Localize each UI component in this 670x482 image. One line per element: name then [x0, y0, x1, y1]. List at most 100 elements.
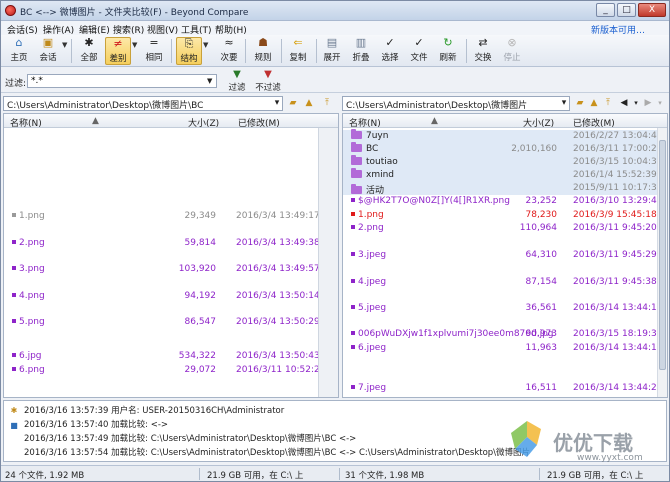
file-name-text: BC	[366, 144, 379, 154]
left-scrollbar[interactable]	[318, 128, 338, 397]
maximize-button[interactable]: □	[617, 3, 636, 17]
up-folder-icon[interactable]: ⤒	[321, 97, 333, 109]
expand-button[interactable]: ▤ 展开	[319, 37, 345, 65]
copy-button[interactable]: ⇐ 复制	[285, 37, 311, 65]
right-path-input[interactable]: C:\Users\Administrator\Desktop\微博图片	[342, 96, 570, 111]
file-row[interactable]: 3.png 103,920 2016/3/4 13:49:57	[4, 263, 328, 276]
file-row[interactable]: 5.jpeg 36,561 2016/3/14 13:44:11	[343, 302, 662, 315]
file-row[interactable]: 7.jpeg 16,511 2016/3/14 13:44:22	[343, 382, 662, 395]
home-icon: ⌂	[15, 36, 23, 49]
log-settings-icon[interactable]: ✱	[9, 406, 19, 416]
minimize-button[interactable]: _	[596, 3, 615, 17]
home-button[interactable]: ⌂ 主页	[6, 37, 32, 65]
structure-button[interactable]: ⎘ 结构	[176, 37, 202, 65]
file-row[interactable]: 1.png 78,230 2016/3/9 15:45:18	[343, 209, 657, 222]
folder-row[interactable]: 活动 2015/9/11 10:17:36	[343, 182, 662, 196]
up-folder-icon[interactable]: ⤒	[602, 97, 614, 109]
file-size: 103,920	[178, 264, 216, 274]
minor-button[interactable]: ≈ 次要	[216, 37, 242, 65]
browse-folder-icon[interactable]: ▰	[574, 97, 586, 109]
file-name: 3.jpeg	[351, 250, 386, 260]
file-size: 86,547	[184, 317, 217, 327]
session-button[interactable]: ▣ 会话	[35, 37, 61, 65]
name-column-header[interactable]: 名称(N)	[10, 116, 42, 129]
browse-folder-icon[interactable]: ▰	[287, 97, 299, 109]
chevron-down-icon[interactable]: ▾	[271, 97, 283, 109]
file-modified-date: 2016/3/11 9:45:38	[573, 277, 657, 287]
filter-button[interactable]: ▼ 过滤	[225, 69, 249, 93]
show-same-button[interactable]: = 相同	[141, 37, 167, 65]
diff-dropdown-icon[interactable]: ▼	[132, 41, 137, 49]
file-status-icon	[351, 212, 355, 216]
file-row[interactable]: 6.jpg 534,322 2016/3/4 13:50:43	[4, 350, 328, 363]
expand-icon: ▤	[326, 36, 338, 49]
size-column-header[interactable]: 大小(Z)	[523, 116, 554, 129]
main-toolbar: ⌂ 主页 ▣ 会话 ▼ ✱ 全部 ≠ 差别 ▼ = 相同 ⎘ 结构 ▼ ≈ 次要	[1, 35, 669, 67]
files-button[interactable]: ✓ 文件	[406, 37, 432, 65]
right-file-pane: 名称(N) ▲ 大小(Z) 已修改(M) 7uyn 2016/2/27 13:04…	[342, 113, 668, 398]
modified-column-header[interactable]: 已修改(M)	[573, 116, 615, 129]
forward-icon[interactable]: ▶	[642, 97, 654, 109]
right-file-count: 31 个文件, 1.98 MB	[345, 471, 425, 481]
folder-row[interactable]: toutiao 2016/3/15 10:04:39	[343, 155, 662, 169]
file-status-icon	[351, 385, 355, 389]
file-row[interactable]: 6.jpeg 11,963 2016/3/14 13:44:17	[343, 342, 662, 355]
structure-dropdown-icon[interactable]: ▼	[203, 41, 208, 49]
left-path-input[interactable]: C:\Users\Administrator\Desktop\微博图片\BC	[3, 96, 283, 111]
name-column-header[interactable]: 名称(N)	[349, 116, 381, 129]
no-filter-button[interactable]: ▼ 不过滤	[253, 69, 283, 93]
file-name-text: 1.png	[19, 211, 45, 221]
folder-row[interactable]: xmind 2016/1/4 15:52:39	[343, 168, 657, 182]
chevron-down-icon[interactable]: ▾	[558, 97, 570, 109]
file-row[interactable]: 2.png 59,814 2016/3/4 13:49:38	[4, 237, 328, 250]
collapse-button[interactable]: ▥ 折叠	[348, 37, 374, 65]
swap-button[interactable]: ⇄ 交换	[470, 37, 496, 65]
right-scrollbar[interactable]	[657, 128, 667, 397]
file-row[interactable]: 006pWuDXjw1f1xplvumi7j30ee0m876d.jpg 90,9…	[343, 328, 662, 341]
file-name-text: toutiao	[366, 157, 398, 167]
modified-column-header[interactable]: 已修改(M)	[238, 116, 280, 129]
file-row[interactable]: 4.jpeg 87,154 2016/3/11 9:45:38	[343, 276, 657, 289]
file-row[interactable]: $@HK2T7O@N0Z[]Y(4[]R1XR.png 23,252 2016/3/…	[343, 195, 662, 208]
toolbar-separator	[71, 39, 72, 63]
file-row[interactable]: 6.png 29,072 2016/3/11 10:52:23	[4, 364, 328, 377]
file-row[interactable]: 1.png 29,349 2016/3/4 13:49:17	[4, 210, 328, 223]
file-size: 16,511	[525, 383, 558, 393]
show-diff-button[interactable]: ≠ 差别	[105, 37, 131, 65]
watermark-url: www.yyxt.com	[577, 453, 643, 463]
chevron-down-icon[interactable]: ▼	[207, 77, 212, 85]
folder-row[interactable]: 7uyn 2016/2/27 13:04:45	[343, 129, 662, 143]
file-row[interactable]: 4.png 94,192 2016/3/4 13:50:14	[4, 290, 328, 303]
log-save-icon[interactable]: ■	[9, 421, 19, 431]
file-name: 6.jpeg	[351, 343, 386, 353]
file-row[interactable]: 5.png 86,547 2016/3/4 13:50:29	[4, 316, 328, 329]
file-name-text: xmind	[366, 170, 395, 180]
structure-icon: ⎘	[184, 37, 194, 50]
show-all-button[interactable]: ✱ 全部	[76, 37, 102, 65]
chevron-down-icon[interactable]: ▾	[654, 97, 666, 109]
stop-button[interactable]: ⊗ 停止	[499, 37, 525, 65]
scrollbar-thumb[interactable]	[659, 140, 666, 370]
file-row[interactable]: 3.jpeg 64,310 2016/3/11 9:45:29	[343, 249, 657, 262]
file-size: 90,973	[525, 329, 558, 339]
log-line: 2016/3/16 13:57:49 加载比较: C:\Users\Admini…	[24, 434, 357, 444]
file-modified-date: 2016/3/11 10:52:23	[236, 365, 326, 375]
file-row[interactable]: 2.png 110,964 2016/3/11 9:45:20	[343, 222, 657, 235]
refresh-button[interactable]: ↻ 刷新	[435, 37, 461, 65]
minor-icon: ≈	[224, 36, 234, 49]
rules-button[interactable]: ☗ 规则	[250, 37, 276, 65]
close-button[interactable]: X	[638, 3, 666, 17]
file-name: $@HK2T7O@N0Z[]Y(4[]R1XR.png	[351, 196, 510, 206]
back-icon[interactable]: ◀	[618, 97, 630, 109]
parent-folder-icon[interactable]: ▲	[588, 97, 600, 109]
refresh-icon: ↻	[443, 36, 453, 49]
folder-row[interactable]: BC 2,010,160 2016/3/11 17:00:23	[343, 142, 662, 156]
select-button[interactable]: ✓ 选择	[377, 37, 403, 65]
filter-input[interactable]	[27, 74, 217, 88]
session-dropdown-icon[interactable]: ▼	[62, 41, 67, 49]
chevron-down-icon[interactable]: ▾	[630, 97, 642, 109]
file-size: 59,814	[184, 238, 217, 248]
file-name-text: 006pWuDXjw1f1xplvumi7j30ee0m876d.jpg	[358, 329, 554, 339]
parent-folder-icon[interactable]: ▲	[303, 97, 315, 109]
size-column-header[interactable]: 大小(Z)	[188, 116, 219, 129]
